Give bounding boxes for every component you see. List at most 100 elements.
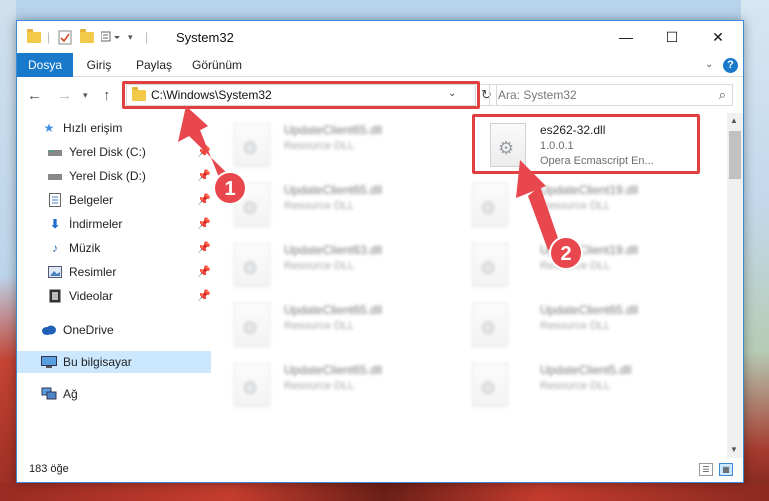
explorer-window: | ▾ | System32 — ☐ ✕ Dosya Giriş Paylaş …	[16, 20, 744, 483]
file-name: UpdateClient19.dll	[540, 243, 639, 257]
new-folder-icon[interactable]	[80, 28, 94, 45]
sidebar-item-network[interactable]: Ağ	[17, 383, 211, 405]
file-type: Resource DLL	[284, 140, 355, 152]
sidebar-item-documents[interactable]: Belgeler 📌	[17, 189, 211, 211]
sidebar-item-label: Videolar	[69, 289, 113, 303]
file-tile[interactable]: UpdateClient65.dll Resource DLL	[222, 119, 442, 171]
pin-icon[interactable]: 📌	[197, 193, 211, 206]
sidebar-item-local-disk-c[interactable]: Yerel Disk (C:) 📌	[17, 141, 211, 163]
file-name: UpdateClient63.dll	[284, 243, 383, 257]
file-name: UpdateClient65.dll	[284, 123, 383, 137]
sidebar-item-music[interactable]: ♪ Müzik 📌	[17, 237, 211, 259]
file-tile[interactable]: UpdateClient19.dll Resource DLL	[460, 179, 680, 231]
large-icons-view-icon[interactable]: ▦	[719, 463, 733, 476]
file-tile[interactable]: UpdateClient5.dll Resource DLL	[460, 359, 680, 411]
file-tile[interactable]: UpdateClient65.dll Resource DLL	[222, 179, 442, 231]
navigation-pane: ★ Hızlı erişim Yerel Disk (C:) 📌 Yerel D…	[17, 113, 211, 453]
chevron-down-icon[interactable]: ⌄	[705, 59, 713, 70]
dll-file-icon	[234, 183, 270, 227]
sidebar-item-this-pc[interactable]: Bu bilgisayar	[17, 351, 211, 373]
up-arrow-icon[interactable]: ↑	[103, 87, 111, 104]
view-menu-icon[interactable]	[101, 29, 123, 45]
desktop-background-right	[741, 0, 769, 501]
tab-home[interactable]: Giriş	[79, 53, 119, 77]
details-view-icon[interactable]: ☰	[699, 463, 713, 476]
cloud-icon	[41, 322, 57, 338]
sidebar-item-local-disk-d[interactable]: Yerel Disk (D:) 📌	[17, 165, 211, 187]
back-arrow-icon[interactable]: ←	[27, 87, 42, 104]
pin-icon[interactable]: 📌	[197, 217, 211, 230]
videos-icon	[47, 288, 63, 304]
vertical-scrollbar[interactable]: ▲ ▼	[727, 113, 743, 458]
file-name: UpdateClient65.dll	[284, 183, 383, 197]
sidebar-item-downloads[interactable]: ⬇ İndirmeler 📌	[17, 213, 211, 235]
title-bar: | ▾ | System32 — ☐ ✕	[17, 21, 743, 53]
sidebar-item-label: Yerel Disk (D:)	[69, 169, 146, 183]
separator: |	[47, 30, 51, 44]
music-icon: ♪	[52, 241, 58, 255]
file-type: Resource DLL	[284, 320, 355, 332]
file-type: Resource DLL	[540, 260, 611, 272]
drive-icon	[47, 144, 63, 160]
tab-view[interactable]: Görünüm	[187, 53, 247, 77]
pin-icon[interactable]: 📌	[197, 169, 211, 182]
file-tile[interactable]: UpdateClient63.dll Resource DLL	[222, 239, 442, 291]
file-type: Resource DLL	[284, 380, 355, 392]
search-input[interactable]: Ara: System32 ⌕	[489, 84, 733, 106]
status-bar: 183 öğe ☰ ▦	[17, 458, 743, 482]
file-tile[interactable]: UpdateClient19.dll Resource DLL	[460, 239, 680, 291]
file-list: UpdateClient65.dll Resource DLL UpdateCl…	[222, 113, 727, 453]
window-title: System32	[176, 30, 234, 45]
dll-file-icon	[234, 243, 270, 287]
file-type: Resource DLL	[540, 200, 611, 212]
properties-icon[interactable]	[58, 29, 72, 45]
file-tile[interactable]: UpdateClient65.dll Resource DLL	[222, 359, 442, 411]
scroll-up-icon[interactable]: ▲	[730, 116, 738, 125]
dll-file-icon	[472, 303, 508, 347]
quick-access-dropdown-icon[interactable]: ▾	[128, 29, 133, 45]
pin-icon[interactable]: 📌	[197, 265, 211, 278]
star-icon: ★	[43, 121, 55, 135]
dll-file-icon	[472, 363, 508, 407]
file-tile[interactable]: UpdateClient65.dll Resource DLL	[460, 299, 680, 351]
folder-icon	[27, 28, 41, 45]
tab-file[interactable]: Dosya	[17, 53, 73, 77]
file-name: UpdateClient5.dll	[540, 363, 632, 377]
pin-icon[interactable]: 📌	[197, 289, 211, 302]
sidebar-item-videos[interactable]: Videolar 📌	[17, 285, 211, 307]
file-name: UpdateClient65.dll	[540, 303, 639, 317]
close-button[interactable]: ✕	[695, 21, 741, 53]
file-type: Resource DLL	[284, 200, 355, 212]
dll-file-icon	[234, 123, 270, 167]
sidebar-item-label: Resimler	[69, 265, 117, 279]
sidebar-item-quick-access[interactable]: ★ Hızlı erişim	[17, 117, 211, 139]
pin-icon[interactable]: 📌	[197, 145, 211, 158]
file-type: Resource DLL	[540, 320, 611, 332]
documents-icon	[47, 192, 63, 208]
pin-icon[interactable]: 📌	[197, 241, 211, 254]
search-icon: ⌕	[718, 87, 726, 102]
sidebar-item-pictures[interactable]: Resimler 📌	[17, 261, 211, 283]
sidebar-item-label: OneDrive	[63, 323, 114, 337]
network-icon	[41, 386, 57, 402]
file-name: UpdateClient65.dll	[284, 363, 383, 377]
file-type: Resource DLL	[540, 380, 611, 392]
scrollbar-thumb[interactable]	[729, 131, 741, 179]
dll-file-icon	[234, 303, 270, 347]
file-type: Resource DLL	[284, 260, 355, 272]
scroll-down-icon[interactable]: ▼	[730, 445, 738, 454]
forward-arrow-icon[interactable]: →	[57, 87, 72, 104]
help-icon[interactable]: ?	[723, 58, 738, 73]
sidebar-item-label: Hızlı erişim	[63, 121, 123, 135]
minimize-button[interactable]: —	[603, 21, 649, 53]
file-tile[interactable]: UpdateClient65.dll Resource DLL	[222, 299, 442, 351]
tab-share[interactable]: Paylaş	[129, 53, 179, 77]
recent-locations-icon[interactable]: ▾	[83, 90, 88, 101]
separator: |	[145, 30, 149, 44]
pictures-icon	[47, 264, 63, 280]
sidebar-item-onedrive[interactable]: OneDrive	[17, 319, 211, 341]
sidebar-item-label: Müzik	[69, 241, 101, 255]
download-icon: ⬇	[49, 217, 61, 231]
maximize-button[interactable]: ☐	[649, 21, 695, 53]
drive-icon	[47, 168, 63, 184]
